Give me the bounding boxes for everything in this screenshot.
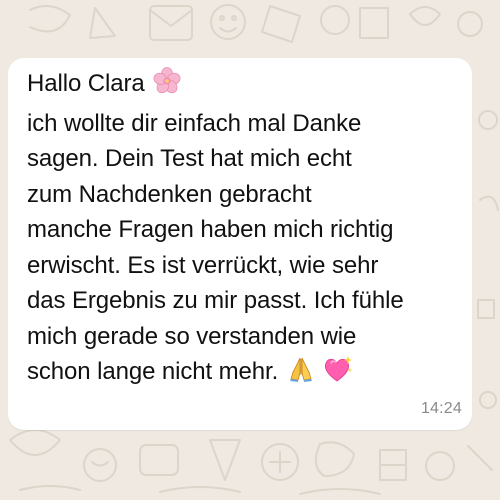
folded-hands-icon: [287, 355, 315, 394]
message-line-5: manche Fragen haben mich richtig: [27, 216, 394, 243]
message-line-1: Hallo Clara: [27, 66, 460, 106]
message-line-3: sagen. Dein Test hat mich echt: [27, 145, 352, 172]
sparkling-heart-icon: [323, 355, 353, 394]
message-timestamp: 14:24: [420, 400, 462, 417]
message-bubble[interactable]: Hallo Clara ich wollte dir einfach mal D…: [8, 58, 472, 430]
message-line-7: das Ergebnis zu mir passt. Ich fühle: [27, 287, 404, 314]
message-line-6: erwischt. Es ist verrückt, wie sehr: [27, 251, 379, 279]
cherry-blossom-icon: [153, 67, 181, 106]
message-line-8: mich gerade so verstanden wie: [27, 322, 357, 350]
message-line-2: ich wollte dir einfach mal Danke: [27, 109, 362, 137]
message-line-4: zum Nachdenken gebracht: [27, 180, 312, 208]
message-line-9: schon lange nicht mehr.: [27, 354, 460, 394]
